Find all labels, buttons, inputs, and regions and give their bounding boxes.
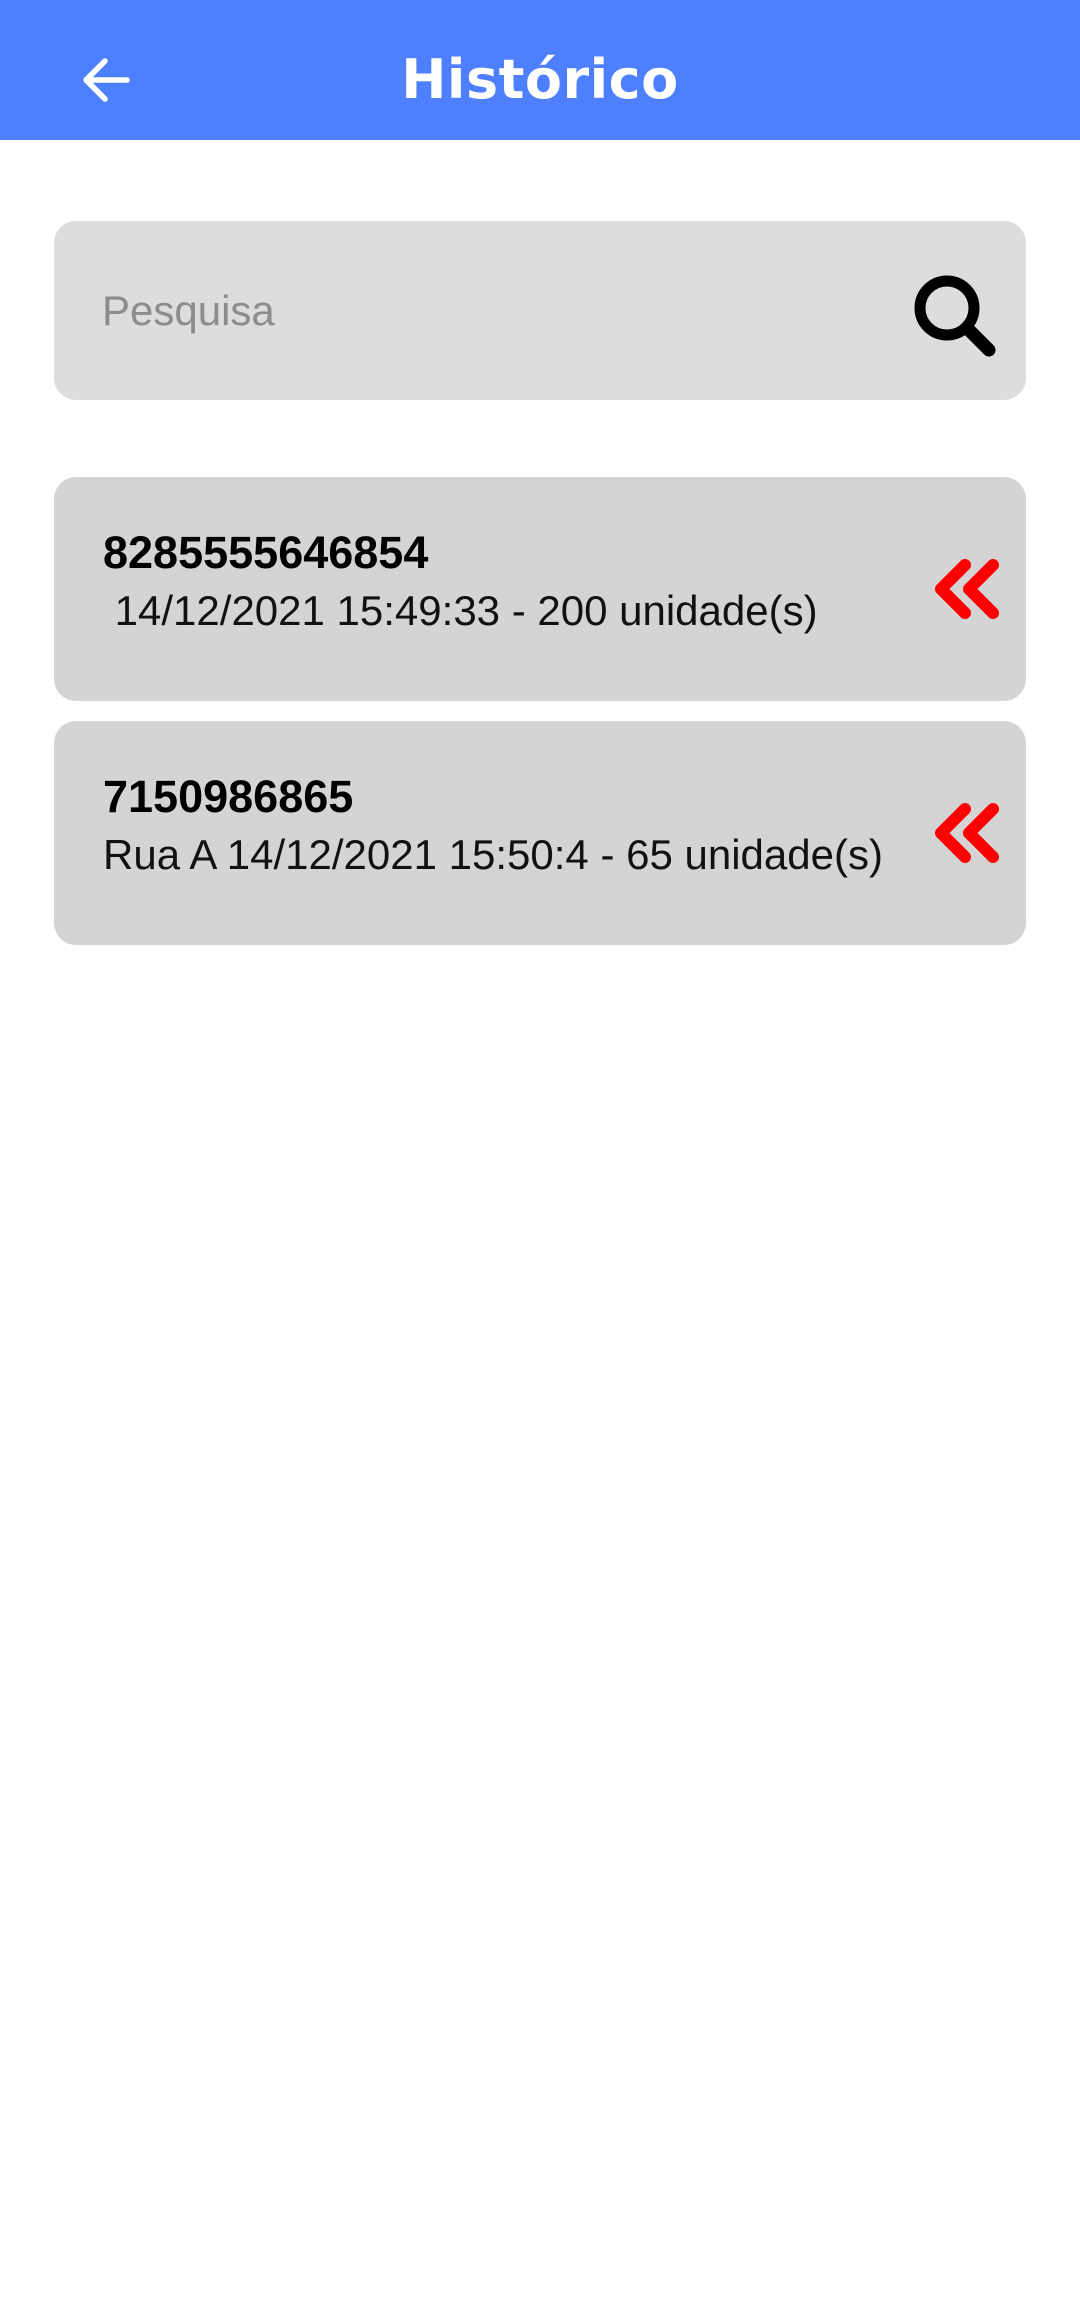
history-list-item[interactable]: 8285555646854 14/12/2021 15:49:33 - 200 … bbox=[54, 477, 1026, 701]
double-chevron-left-icon bbox=[935, 803, 999, 863]
search-icon bbox=[914, 275, 996, 357]
item-detail: 14/12/2021 15:49:33 - 200 unidade(s) bbox=[103, 587, 818, 634]
item-detail: Rua A 14/12/2021 15:50:4 - 65 unidade(s) bbox=[103, 831, 883, 878]
return-action-button[interactable] bbox=[926, 554, 1006, 624]
search-button[interactable] bbox=[904, 265, 1004, 365]
page-title: Histórico bbox=[401, 48, 679, 111]
app-bar: Histórico bbox=[0, 0, 1080, 140]
return-action-button[interactable] bbox=[926, 798, 1006, 868]
item-code: 8285555646854 bbox=[103, 527, 429, 578]
search-input[interactable] bbox=[100, 271, 880, 351]
item-code: 7150986865 bbox=[103, 771, 354, 822]
double-chevron-left-icon bbox=[935, 559, 999, 619]
search-bar bbox=[54, 221, 1026, 400]
history-list-item[interactable]: 7150986865 Rua A 14/12/2021 15:50:4 - 65… bbox=[54, 721, 1026, 945]
